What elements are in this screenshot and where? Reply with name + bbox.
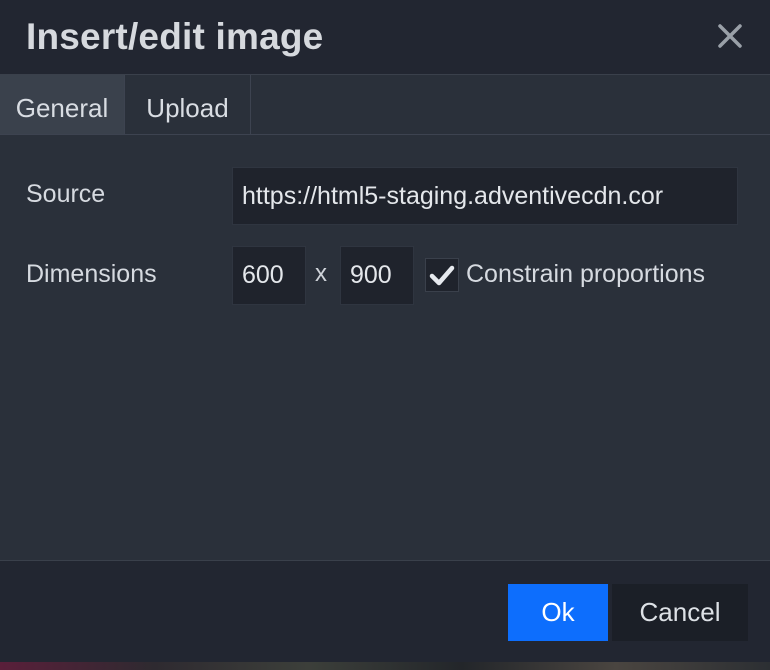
source-label: Source — [26, 180, 106, 208]
insert-edit-image-dialog: Insert/edit image General Upload Source … — [0, 0, 770, 670]
dialog-title: Insert/edit image — [26, 16, 324, 57]
dimensions-label: Dimensions — [26, 260, 157, 288]
ok-button[interactable]: Ok — [508, 584, 608, 641]
close-button[interactable] — [712, 18, 748, 54]
background-strip — [0, 662, 770, 670]
height-input[interactable] — [340, 246, 414, 305]
tab-upload[interactable]: Upload — [125, 75, 251, 134]
width-input[interactable] — [232, 246, 306, 305]
source-input[interactable] — [232, 167, 738, 225]
constrain-proportions-label[interactable]: Constrain proportions — [466, 260, 705, 289]
dialog-footer: Ok Cancel — [0, 560, 770, 662]
tab-general[interactable]: General — [0, 75, 125, 134]
cancel-button[interactable]: Cancel — [612, 584, 748, 641]
constrain-proportions-checkbox[interactable] — [425, 258, 459, 292]
dialog-body: Source Dimensions x Constrain proportion… — [0, 135, 770, 560]
tab-bar: General Upload — [0, 75, 770, 135]
dimension-separator: x — [315, 260, 327, 287]
dialog-header: Insert/edit image — [0, 0, 770, 75]
close-icon — [718, 24, 742, 48]
checkmark-icon — [429, 265, 455, 286]
